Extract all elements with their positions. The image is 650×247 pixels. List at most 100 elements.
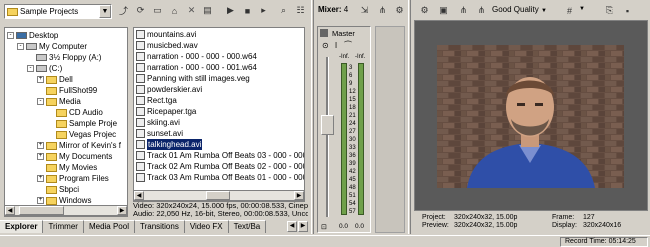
tab-transitions[interactable]: Transitions bbox=[134, 220, 185, 233]
preview-fx-icon[interactable]: ⋔ bbox=[456, 3, 471, 18]
properties-icon[interactable]: ▤ bbox=[200, 3, 215, 18]
collapse-icon[interactable]: - bbox=[27, 65, 34, 72]
scroll-right-arrow[interactable]: ▶ bbox=[294, 191, 304, 200]
auto-preview-icon[interactable]: ▸ bbox=[256, 3, 271, 18]
play-icon[interactable]: ▶ bbox=[223, 3, 238, 18]
tab-text-ba[interactable]: Text/Ba bbox=[228, 220, 267, 233]
file-item[interactable]: mountains.avi bbox=[136, 29, 196, 40]
preview-properties-icon[interactable]: ⚙ bbox=[417, 3, 432, 18]
refresh-icon[interactable]: ⟳ bbox=[133, 3, 148, 18]
new-folder-icon[interactable]: ▭ bbox=[150, 3, 165, 18]
meter-scale-label: 30 bbox=[349, 137, 356, 143]
file-list[interactable]: mountains.avi musicbed.wav narration - 000… bbox=[133, 27, 305, 202]
folder-icon bbox=[46, 174, 57, 183]
tree-item[interactable]: Sample Proje bbox=[47, 118, 117, 129]
file-item[interactable]: sunset.avi bbox=[136, 128, 183, 139]
mixer-properties-icon[interactable]: ⚙ bbox=[392, 3, 407, 18]
tab-explorer[interactable]: Explorer bbox=[0, 220, 44, 233]
file-info-line-2: Audio: 22,050 Hz, 16-bit, Stereo, 00:00:… bbox=[133, 210, 308, 218]
tree-item[interactable]: 3½ Floppy (A:) bbox=[27, 52, 101, 63]
delete-icon[interactable]: ✕ bbox=[184, 3, 199, 18]
tree-item[interactable]: + Dell bbox=[37, 74, 73, 85]
external-monitor-icon[interactable]: ▣ bbox=[436, 3, 451, 18]
mute-icon[interactable]: ǀ bbox=[335, 41, 337, 50]
file-item[interactable]: skiing.avi bbox=[136, 117, 180, 128]
tree-item[interactable]: CD Audio bbox=[47, 107, 103, 118]
collapse-icon[interactable]: - bbox=[17, 43, 24, 50]
file-item[interactable]: Ricepaper.tga bbox=[136, 106, 196, 117]
file-list-scrollbar[interactable]: ◀ ▶ bbox=[133, 190, 305, 201]
tab-scroll-right[interactable]: ▶ bbox=[298, 221, 308, 232]
file-item[interactable]: powderskier.avi bbox=[136, 84, 202, 95]
file-item-label: Ricepaper.tga bbox=[147, 107, 197, 116]
expand-icon[interactable]: + bbox=[37, 175, 44, 182]
file-item[interactable]: Track 01 Am Rumba Off Beats 03 - 000 - 0… bbox=[136, 150, 304, 161]
scroll-left-arrow[interactable]: ◀ bbox=[134, 191, 144, 200]
folder-icon bbox=[46, 163, 57, 172]
file-item[interactable]: Rect.tga bbox=[136, 95, 177, 106]
tree-item[interactable]: - (C:) bbox=[27, 63, 62, 74]
scroll-right-arrow[interactable]: ▶ bbox=[117, 206, 127, 215]
file-item[interactable]: Track 03 Am Rumba Off Beats 01 - 000 - 0… bbox=[136, 172, 304, 183]
tree-item[interactable]: Sbpci bbox=[37, 184, 79, 195]
collapse-icon[interactable]: - bbox=[37, 98, 44, 105]
chevron-down-icon[interactable]: ▼ bbox=[99, 5, 111, 18]
expand-icon[interactable]: + bbox=[37, 153, 44, 160]
file-item[interactable]: Track 02 Am Rumba Off Beats 02 - 000 - 0… bbox=[136, 161, 304, 172]
tree-item[interactable]: - My Computer bbox=[17, 41, 87, 52]
splitter[interactable] bbox=[311, 0, 314, 234]
file-item[interactable]: Panning with still images.veg bbox=[136, 73, 250, 84]
tree-item[interactable]: - Media bbox=[37, 96, 81, 107]
file-item[interactable]: musicbed.wav bbox=[136, 40, 198, 51]
project-label: Project: bbox=[422, 214, 446, 221]
split-screen-icon[interactable]: ⋔ bbox=[474, 3, 489, 18]
views-icon[interactable]: ☷ bbox=[293, 3, 308, 18]
save-snapshot-icon[interactable]: ▪ bbox=[620, 3, 635, 18]
overlays-icon[interactable]: # bbox=[562, 3, 577, 18]
tree-item[interactable]: FullShot99 bbox=[37, 85, 97, 96]
file-icon bbox=[136, 162, 145, 171]
master-fader[interactable] bbox=[321, 115, 334, 135]
scroll-left-arrow[interactable]: ◀ bbox=[5, 206, 15, 215]
tree-item[interactable]: + Mirror of Kevin's f bbox=[37, 140, 121, 151]
up-folder-icon[interactable]: ⤴ bbox=[116, 3, 131, 18]
copy-snapshot-icon[interactable]: ⎘ bbox=[602, 3, 617, 18]
tab-video-fx[interactable]: Video FX bbox=[184, 220, 229, 233]
tab-media-pool[interactable]: Media Pool bbox=[83, 220, 135, 233]
tab-trimmer[interactable]: Trimmer bbox=[43, 220, 84, 233]
expand-icon[interactable]: + bbox=[37, 76, 44, 83]
collapse-icon[interactable]: - bbox=[7, 32, 14, 39]
start-menu-icon[interactable]: ⌂ bbox=[167, 3, 182, 18]
expand-icon[interactable]: + bbox=[37, 197, 44, 204]
file-item[interactable]: narration - 000 - 000 - 001.w64 bbox=[136, 62, 257, 73]
mixer-window: Mixer: 4 ⇲ ⋔ ⚙ Master ⊙ ǀ ⏜ -Inf. -Inf. … bbox=[315, 0, 407, 234]
expand-icon[interactable]: + bbox=[37, 142, 44, 149]
location-dropdown[interactable]: Sample Projects ▼ bbox=[4, 4, 112, 19]
solo-icon[interactable]: ⏜ bbox=[344, 41, 352, 51]
scroll-thumb[interactable] bbox=[206, 191, 230, 200]
scroll-thumb[interactable] bbox=[19, 206, 64, 215]
preview-area[interactable] bbox=[414, 20, 648, 211]
tree-scrollbar[interactable]: ◀ ▶ bbox=[4, 205, 128, 216]
fx-icon[interactable]: ⊙ bbox=[322, 41, 329, 50]
tree-item[interactable]: My Movies bbox=[37, 162, 97, 173]
file-info-line-1: Video: 320x240x24, 15.000 fps, 00:00:08.… bbox=[133, 202, 308, 210]
quality-dropdown[interactable]: Good Quality ▼ bbox=[492, 5, 547, 14]
stop-icon[interactable]: ■ bbox=[240, 3, 255, 18]
file-item[interactable]: narration - 000 - 000 - 000.w64 bbox=[136, 51, 257, 62]
insert-fx-icon[interactable]: ⋔ bbox=[375, 3, 390, 18]
tab-scroll-left[interactable]: ◀ bbox=[287, 221, 297, 232]
lock-icon[interactable]: ⊡ bbox=[321, 223, 327, 231]
tree-item[interactable]: - Desktop bbox=[7, 30, 58, 41]
chevron-down-icon[interactable]: ▼ bbox=[579, 6, 585, 12]
folder-tree[interactable]: - Desktop - My Computer 3½ Floppy (A:) - (C:) +… bbox=[4, 27, 128, 217]
drive-icon bbox=[36, 65, 47, 72]
tree-item[interactable]: Vegas Projec bbox=[47, 129, 116, 140]
file-item-label: Track 03 Am Rumba Off Beats 01 - 000 - 0… bbox=[147, 173, 304, 182]
tree-item[interactable]: + Program Files bbox=[37, 173, 109, 184]
tree-item[interactable]: + My Documents bbox=[37, 151, 112, 162]
file-item[interactable]: talkinghead.avi bbox=[136, 139, 203, 150]
search-icon[interactable]: ⌕ bbox=[276, 3, 291, 18]
splitter[interactable] bbox=[408, 0, 411, 234]
insert-bus-icon[interactable]: ⇲ bbox=[357, 3, 372, 18]
